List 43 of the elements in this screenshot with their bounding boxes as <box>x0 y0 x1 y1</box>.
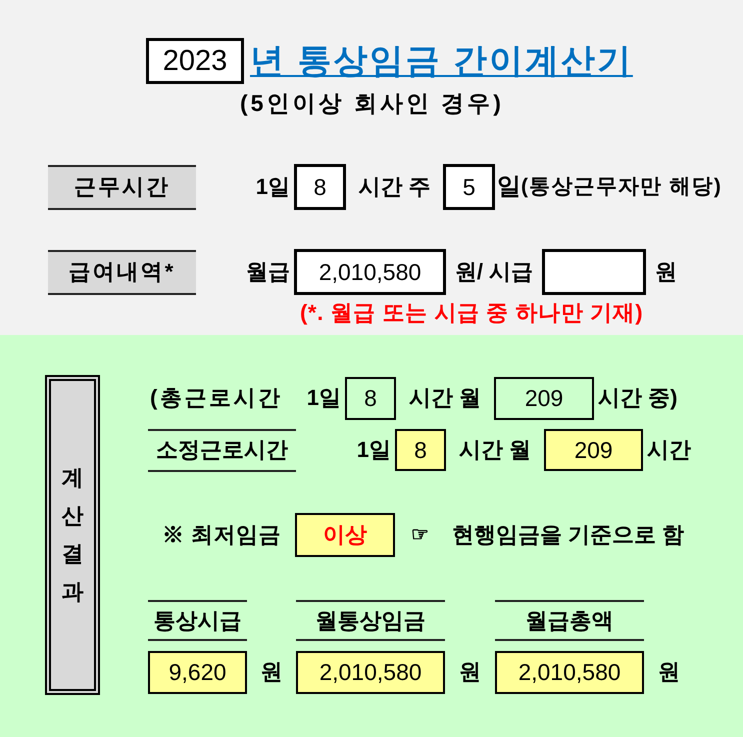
amount-cell: 9,620 <box>148 651 247 694</box>
amount-cell: 2,010,580 <box>495 651 644 694</box>
basis-note: 현행임금을 기준으로 함 <box>452 522 684 548</box>
day-text: 1일 <box>356 436 391 464</box>
scheduled-daily-hours-cell: 8 <box>395 429 446 471</box>
minimum-wage-status-cell: 이상 <box>295 513 395 557</box>
calculator-title: 년 통상임금 간이계산기 <box>250 41 633 81</box>
hours-unit-text: 시간 <box>647 436 691 464</box>
scheduled-hours-label: 소정근로시간 <box>148 428 296 472</box>
input-note: (*. 월급 또는 시급 중 하나만 기재) <box>300 300 644 326</box>
monthly-wage-text: 월급 <box>246 258 290 286</box>
day-text: 1일 <box>256 174 290 200</box>
days-unit-text: 일 <box>497 172 521 202</box>
scheduled-monthly-hours-cell: 209 <box>544 429 643 471</box>
total-daily-hours-cell: 8 <box>345 377 396 420</box>
day-text: 1일 <box>306 385 341 412</box>
pointing-hand-icon: ☞ <box>411 523 429 547</box>
won-unit-text: 원 <box>459 659 481 686</box>
won-unit-text: 원 <box>655 258 677 286</box>
won-unit-text: 원 <box>260 659 282 686</box>
result-section-label: 계산결과 <box>45 375 100 695</box>
total-monthly-hours-cell: 209 <box>494 377 594 420</box>
amount-label: 월통상임금 <box>296 600 445 641</box>
month-text: 시간 월 <box>408 385 482 412</box>
hours-unit-text: 시간 주 <box>358 174 431 200</box>
amount-cell: 2,010,580 <box>296 651 445 694</box>
total-hours-label: (총근로시간 <box>150 385 282 412</box>
pay-details-label: 급여내역* <box>48 250 196 294</box>
days-per-week-field[interactable]: 5 <box>443 164 495 210</box>
amount-label: 통상시급 <box>148 600 247 641</box>
month-text: 시간 월 <box>458 436 532 464</box>
regular-worker-note: (통상근무자만 해당) <box>521 174 722 200</box>
hourly-wage-text: 원/ 시급 <box>454 258 534 286</box>
minimum-wage-label: ※ 최저임금 <box>162 522 282 548</box>
won-unit-text: 원 <box>658 659 680 686</box>
amount-label: 월급총액 <box>495 600 644 641</box>
monthly-wage-field[interactable]: 2,010,580 <box>294 249 446 295</box>
work-hours-label: 근무시간 <box>48 164 196 210</box>
hours-per-day-field[interactable]: 8 <box>294 164 346 210</box>
subtitle: (5인이상 회사인 경우) <box>240 90 504 116</box>
hours-unit-text: 시간 중) <box>598 385 678 412</box>
hourly-wage-field[interactable] <box>542 249 646 295</box>
year-field[interactable]: 2023 <box>146 38 244 84</box>
